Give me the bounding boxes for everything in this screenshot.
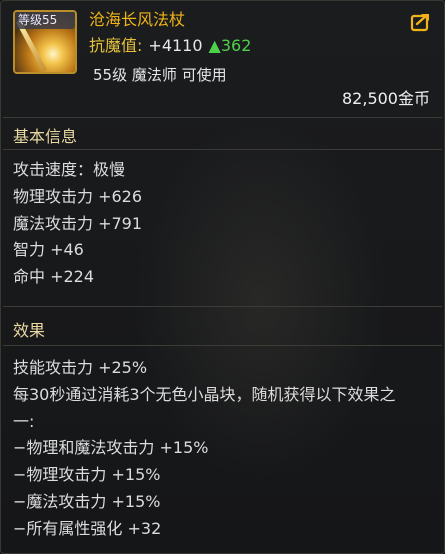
- effect-line: 一:: [13, 411, 35, 431]
- effect-line: −物理和魔法攻击力 +15%: [13, 438, 209, 458]
- item-price: 82,500金币: [342, 89, 430, 108]
- section-title-basic: 基本信息: [13, 127, 78, 146]
- resist-label: 抗魔值:: [89, 36, 143, 55]
- effects-list: 技能攻击力 +25% 每30秒通过消耗3个无色小晶块，随机获得以下效果之 一: −物理…: [13, 355, 432, 543]
- effect-line: −所有属性强化 +32: [13, 518, 162, 538]
- effect-line: 技能攻击力 +25%: [13, 358, 148, 377]
- share-export-icon[interactable]: [410, 11, 432, 33]
- item-name: 沧海长风法杖: [89, 10, 186, 29]
- divider: [3, 149, 442, 150]
- divider: [3, 117, 442, 118]
- stat-line: 物理攻击力 +626: [13, 186, 143, 206]
- section-title-effects: 效果: [13, 321, 46, 340]
- divider: [3, 345, 442, 346]
- basic-stats-list: 攻击速度：极慢 物理攻击力 +626 魔法攻击力 +791 智力 +46 命中 +224: [13, 157, 432, 291]
- resist-increase: ▲362: [208, 36, 252, 55]
- resist-stat: 抗魔值: +4110 ▲362: [89, 35, 251, 57]
- stat-line: 命中 +224: [13, 267, 95, 287]
- effect-line: −物理攻击力 +15%: [13, 465, 161, 485]
- tooltip-header: 等级55 沧海长风法杖 抗魔值: +4110 ▲362 55级 魔法师 可使用 82…: [1, 1, 444, 117]
- resist-value: +4110: [148, 36, 203, 55]
- stat-line: 魔法攻击力 +791: [13, 213, 143, 233]
- divider: [3, 306, 442, 307]
- stat-line: 攻击速度：极慢: [13, 160, 126, 179]
- stat-line: 智力 +46: [13, 240, 84, 260]
- item-tooltip: 等级55 沧海长风法杖 抗魔值: +4110 ▲362 55级 魔法师 可使用 82…: [0, 0, 445, 554]
- effect-line: 每30秒通过消耗3个无色小晶块，随机获得以下效果之: [13, 384, 396, 404]
- effect-line: −魔法攻击力 +15%: [13, 491, 161, 511]
- staff-item-icon: 等级55: [13, 10, 77, 74]
- item-requirement: 55级 魔法师 可使用: [93, 66, 227, 84]
- level-badge: 等级55: [15, 12, 75, 29]
